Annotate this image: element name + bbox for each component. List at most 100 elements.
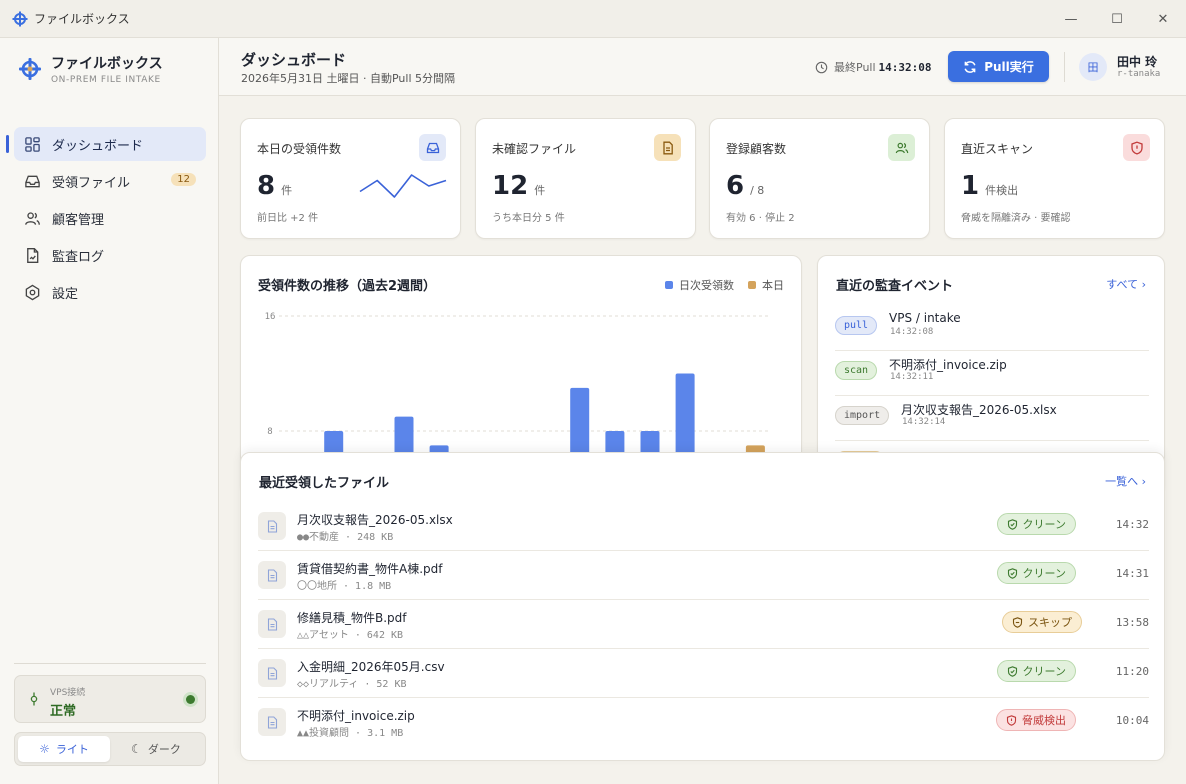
file-received-time: 11:20 bbox=[1115, 665, 1149, 678]
vps-label: VPS接続 bbox=[50, 688, 86, 698]
event-time: 14:32:11 bbox=[890, 372, 934, 382]
file-row[interactable]: 不明添付_invoice.zip ▲▲投資顧問 · 3.1 MB 脅威検出 10:04 bbox=[258, 698, 1149, 747]
stat-unit: / 8 bbox=[750, 184, 765, 197]
shield-check-icon bbox=[1007, 567, 1017, 579]
clock-icon bbox=[815, 61, 828, 73]
moon-icon: ☾ bbox=[131, 742, 142, 756]
view-list-link[interactable]: 一覧へ › bbox=[1105, 473, 1146, 489]
event-name: 不明添付_invoice.zip bbox=[889, 358, 1007, 372]
file-meta: ▲▲投資顧問 · 3.1 MB bbox=[297, 728, 404, 739]
settings-icon bbox=[25, 284, 40, 300]
sidebar-item-settings[interactable]: 設定 bbox=[14, 275, 206, 309]
stat-footnote: うち本日分 5 件 bbox=[492, 213, 565, 224]
shield-check-icon bbox=[1007, 518, 1017, 530]
users-icon bbox=[888, 134, 915, 161]
file-status-badge: クリーン bbox=[996, 562, 1076, 584]
sidebar: ファイルボックス ON-PREM FILE INTAKE ダッシュボード 受領フ… bbox=[0, 38, 219, 784]
stat-value: 8件 bbox=[257, 171, 293, 201]
unread-count-badge: 12 bbox=[171, 173, 196, 186]
sidebar-item-dashboard[interactable]: ダッシュボード bbox=[6, 127, 206, 161]
user-name: 田中 玲 bbox=[1117, 55, 1158, 69]
y-tick-label: 8 bbox=[267, 427, 272, 437]
page-subtitle: 2026年5月31日 土曜日 · 自動Pull 5分間隔 bbox=[241, 72, 455, 85]
close-button[interactable]: ✕ bbox=[1140, 0, 1186, 38]
minimize-button[interactable]: — bbox=[1048, 0, 1094, 38]
sidebar-item-received-files[interactable]: 受領ファイル 12 bbox=[14, 164, 206, 198]
file-row[interactable]: 修繕見積_物件B.pdf △△アセット · 642 KB スキップ 13:58 bbox=[258, 600, 1149, 649]
file-row[interactable]: 入金明細_2026年05月.csv ◇◇リアルティ · 52 KB クリーン 11:2… bbox=[258, 649, 1149, 698]
stat-unit: 件検出 bbox=[985, 184, 1019, 197]
pull-button[interactable]: Pull実行 bbox=[948, 51, 1049, 82]
status-indicator-dot bbox=[186, 695, 195, 704]
window-title: ファイルボックス bbox=[34, 12, 130, 26]
dashboard-icon bbox=[25, 136, 40, 152]
stat-unit: 件 bbox=[534, 184, 546, 197]
recent-files-card: 最近受領したファイル 一覧へ › 月次収支報告_2026-05.xlsx ●●不動… bbox=[240, 452, 1165, 761]
events-title: 直近の監査イベント bbox=[836, 279, 954, 294]
brand: ファイルボックス ON-PREM FILE INTAKE bbox=[18, 53, 163, 85]
event-type-tag: pull bbox=[835, 316, 878, 335]
sidebar-nav: ダッシュボード 受領ファイル 12 顧客管理 監査ログ 設定 bbox=[6, 127, 206, 312]
inbox-icon bbox=[419, 134, 446, 161]
stat-footnote: 脅威を隔離済み · 要確認 bbox=[961, 213, 1071, 224]
audit-event-row[interactable]: import 月次収支報告_2026-05.xlsx 14:32:14 bbox=[835, 396, 1149, 441]
file-received-time: 13:58 bbox=[1115, 616, 1149, 629]
vps-connection-status: VPS接続 正常 bbox=[14, 675, 206, 723]
sidebar-item-label: 設定 bbox=[52, 286, 79, 302]
stat-label: 本日の受領件数 bbox=[257, 142, 342, 156]
stat-value: 6/ 8 bbox=[726, 171, 765, 201]
event-name: 月次収支報告_2026-05.xlsx bbox=[901, 403, 1057, 417]
sidebar-item-audit-log[interactable]: 監査ログ bbox=[14, 238, 206, 272]
file-icon bbox=[258, 708, 286, 736]
users-icon bbox=[25, 211, 40, 225]
page-title: ダッシュボード bbox=[241, 51, 347, 69]
stat-label: 未確認ファイル bbox=[492, 142, 577, 156]
title-bar: ファイルボックス — ☐ ✕ bbox=[0, 0, 1186, 38]
shield-check-icon bbox=[1007, 665, 1017, 677]
stat-card-registered-customers[interactable]: 登録顧客数 6/ 8 有効 6 · 停止 2 bbox=[709, 118, 930, 239]
view-all-link[interactable]: すべて › bbox=[1106, 276, 1146, 292]
file-icon bbox=[258, 659, 286, 687]
sidebar-item-label: ダッシュボード bbox=[52, 138, 144, 154]
event-time: 14:32:14 bbox=[902, 417, 946, 427]
brand-subtitle: ON-PREM FILE INTAKE bbox=[51, 75, 161, 85]
theme-dark-label: ダーク bbox=[147, 743, 181, 756]
header-divider bbox=[1064, 52, 1065, 82]
last-pull-time: 14:32:08 bbox=[878, 60, 932, 74]
file-name: 不明添付_invoice.zip bbox=[297, 709, 415, 723]
theme-light-button[interactable]: ☼ ライト bbox=[18, 736, 110, 762]
file-meta: ◇◇リアルティ · 52 KB bbox=[297, 679, 407, 690]
sparkline-path bbox=[359, 174, 447, 198]
file-row[interactable]: 賃貸借契約書_物件A棟.pdf 〇〇地所 · 1.8 MB クリーン 14:31 bbox=[258, 551, 1149, 600]
avatar[interactable]: 田 bbox=[1079, 53, 1107, 81]
file-received-time: 14:31 bbox=[1115, 567, 1149, 580]
stat-card-unconfirmed-files[interactable]: 未確認ファイル 12 件 うち本日分 5 件 bbox=[475, 118, 696, 239]
last-pull-info: 最終Pull 14:32:08 bbox=[815, 59, 932, 75]
shield-icon bbox=[1123, 134, 1150, 161]
maximize-button[interactable]: ☐ bbox=[1094, 0, 1140, 38]
file-status-badge: スキップ bbox=[1002, 611, 1082, 633]
file-icon bbox=[258, 512, 286, 540]
theme-dark-button[interactable]: ☾ ダーク bbox=[110, 736, 202, 762]
file-status-badge: 脅威検出 bbox=[996, 709, 1076, 731]
sidebar-divider bbox=[14, 663, 206, 664]
received-sparkline bbox=[359, 174, 447, 198]
file-meta: 〇〇地所 · 1.8 MB bbox=[297, 581, 392, 592]
file-row[interactable]: 月次収支報告_2026-05.xlsx ●●不動産 · 248 KB クリーン 14:… bbox=[258, 502, 1149, 551]
event-name: VPS / intake bbox=[889, 311, 961, 325]
stat-unit: 件 bbox=[281, 184, 293, 197]
stat-label: 直近スキャン bbox=[961, 142, 1034, 156]
audit-event-row[interactable]: pull VPS / intake 14:32:08 bbox=[835, 306, 1149, 351]
document-icon bbox=[654, 134, 681, 161]
stat-card-received-today[interactable]: 本日の受領件数 8件 前日比 +2 件 bbox=[240, 118, 461, 239]
file-name: 月次収支報告_2026-05.xlsx bbox=[297, 513, 453, 527]
event-time: 14:32:08 bbox=[890, 327, 934, 337]
last-pull-label: 最終Pull bbox=[834, 61, 876, 74]
brand-name: ファイルボックス bbox=[51, 56, 163, 72]
stat-footnote: 有効 6 · 停止 2 bbox=[726, 213, 795, 224]
stat-value: 12 件 bbox=[492, 171, 546, 201]
audit-event-row[interactable]: scan 不明添付_invoice.zip 14:32:11 bbox=[835, 351, 1149, 396]
page-header: ダッシュボード 2026年5月31日 土曜日 · 自動Pull 5分間隔 最終P… bbox=[219, 38, 1186, 96]
stat-card-recent-scan[interactable]: 直近スキャン 1 件検出 脅威を隔離済み · 要確認 bbox=[944, 118, 1165, 239]
sidebar-item-customers[interactable]: 顧客管理 bbox=[14, 201, 206, 235]
